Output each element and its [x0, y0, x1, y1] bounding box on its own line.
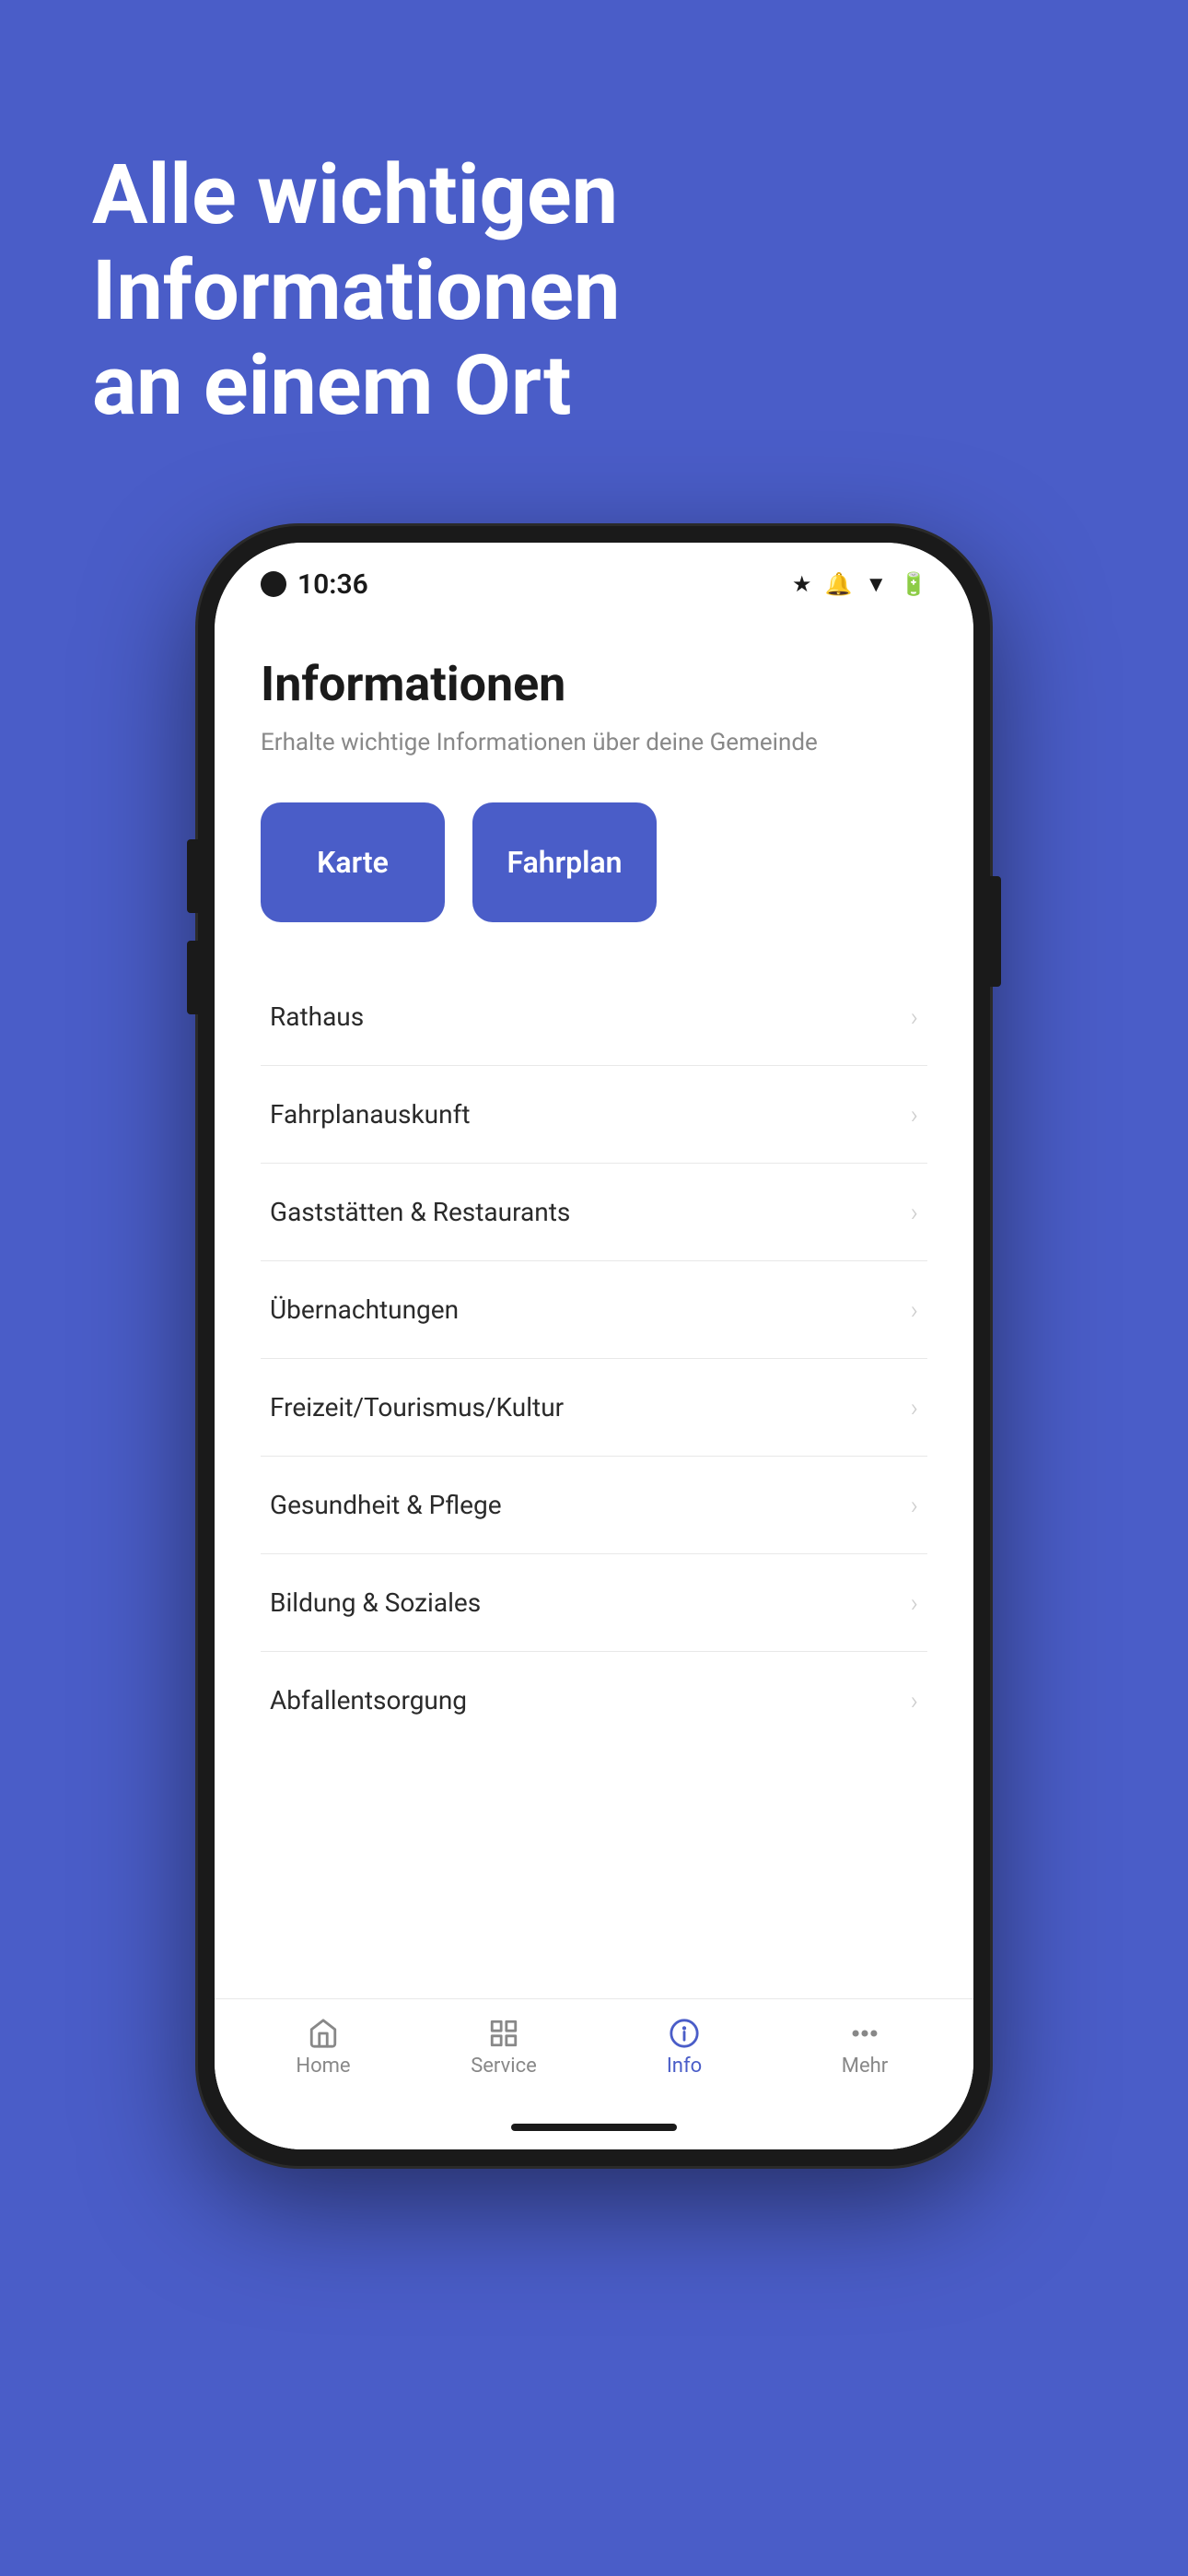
chevron-right-icon: ›: [911, 1685, 918, 1715]
vol-up-button: [187, 839, 198, 913]
status-time-container: 10:36: [261, 568, 368, 601]
chevron-right-icon: ›: [911, 1587, 918, 1618]
menu-item-fahrplanauskunft[interactable]: Fahrplanauskunft ›: [261, 1066, 927, 1164]
phone-wrapper: 10:36 ★ 🔔 ▼ 🔋 Informationen Erhalte wich…: [198, 526, 990, 2166]
menu-item-rathaus[interactable]: Rathaus ›: [261, 968, 927, 1066]
app-content: Informationen Erhalte wichtige Informati…: [215, 610, 973, 2149]
nav-mehr-label: Mehr: [842, 2055, 888, 2078]
nav-item-mehr[interactable]: Mehr: [809, 2018, 920, 2078]
more-icon: [849, 2018, 880, 2049]
status-icons: ★ 🔔 ▼ 🔋: [792, 571, 927, 598]
app-title: Informationen: [261, 656, 927, 712]
menu-item-label: Freizeit/Tourismus/Kultur: [270, 1392, 564, 1423]
menu-item-label: Gesundheit & Pflege: [270, 1490, 502, 1520]
wifi-icon: ▼: [865, 571, 887, 598]
status-time: 10:36: [297, 568, 368, 601]
home-indicator: [511, 2124, 677, 2131]
menu-item-label: Abfallentsorgung: [270, 1685, 467, 1715]
info-icon: [669, 2018, 700, 2049]
home-bar: [215, 2114, 973, 2149]
bottom-nav: Home Service: [215, 1998, 973, 2114]
nav-home-label: Home: [296, 2055, 350, 2078]
phone-screen: 10:36 ★ 🔔 ▼ 🔋 Informationen Erhalte wich…: [215, 543, 973, 2149]
camera-dot: [261, 571, 286, 597]
menu-list: Rathaus › Fahrplanauskunft › Gaststätten…: [261, 968, 927, 1749]
service-grid-icon: [488, 2018, 519, 2049]
quick-buttons-container: Karte Fahrplan: [261, 802, 927, 922]
menu-item-freizeit[interactable]: Freizeit/Tourismus/Kultur ›: [261, 1359, 927, 1457]
battery-icon: 🔋: [900, 571, 927, 597]
chevron-right-icon: ›: [911, 1392, 918, 1423]
karte-label: Karte: [317, 845, 389, 880]
chevron-right-icon: ›: [911, 1001, 918, 1032]
menu-item-uebernachtungen[interactable]: Übernachtungen ›: [261, 1261, 927, 1359]
nav-item-home[interactable]: Home: [268, 2018, 379, 2078]
vol-down-button: [187, 941, 198, 1014]
app-subtitle: Erhalte wichtige Informationen über dein…: [261, 729, 927, 756]
hero-title: Alle wichtigen Informationen an einem Or…: [92, 147, 1096, 434]
nav-item-service[interactable]: Service: [448, 2018, 559, 2078]
fahrplan-button[interactable]: Fahrplan: [472, 802, 657, 922]
menu-item-bildung[interactable]: Bildung & Soziales ›: [261, 1554, 927, 1652]
menu-item-abfall[interactable]: Abfallentsorgung ›: [261, 1652, 927, 1749]
chevron-right-icon: ›: [911, 1294, 918, 1325]
nav-item-info[interactable]: Info: [629, 2018, 740, 2078]
hero-section: Alle wichtigen Informationen an einem Or…: [0, 0, 1188, 489]
menu-item-label: Übernachtungen: [270, 1294, 459, 1325]
menu-item-label: Gaststätten & Restaurants: [270, 1197, 570, 1227]
nav-service-label: Service: [471, 2055, 537, 2078]
status-bar: 10:36 ★ 🔔 ▼ 🔋: [215, 543, 973, 610]
bluetooth-icon: ★: [792, 571, 812, 597]
home-icon: [308, 2018, 339, 2049]
menu-item-label: Bildung & Soziales: [270, 1587, 481, 1618]
fahrplan-label: Fahrplan: [507, 845, 623, 880]
menu-item-gaststaetten[interactable]: Gaststätten & Restaurants ›: [261, 1164, 927, 1261]
nav-info-label: Info: [667, 2055, 702, 2078]
bell-off-icon: 🔔: [824, 571, 852, 597]
app-main: Informationen Erhalte wichtige Informati…: [215, 610, 973, 1998]
karte-button[interactable]: Karte: [261, 802, 445, 922]
chevron-right-icon: ›: [911, 1099, 918, 1130]
menu-item-label: Fahrplanauskunft: [270, 1099, 470, 1130]
chevron-right-icon: ›: [911, 1197, 918, 1227]
menu-item-label: Rathaus: [270, 1001, 364, 1032]
menu-item-gesundheit[interactable]: Gesundheit & Pflege ›: [261, 1457, 927, 1554]
chevron-right-icon: ›: [911, 1490, 918, 1520]
power-button: [990, 876, 1001, 987]
